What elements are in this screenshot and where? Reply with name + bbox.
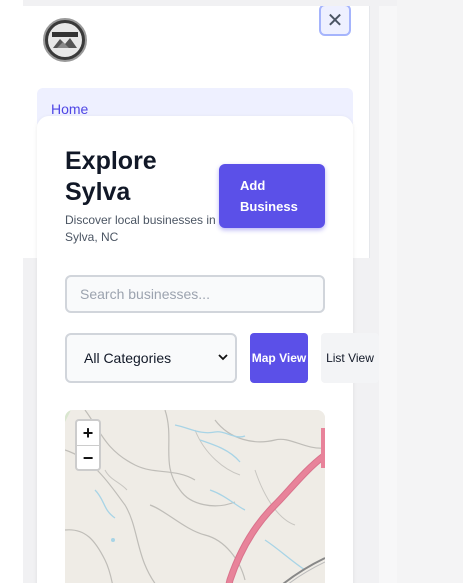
page-background-right [397,0,463,583]
chevron-down-icon [218,352,228,364]
map-zoom-control: + − [75,419,101,471]
zoom-out-button[interactable]: − [77,446,99,470]
mountain-icon [52,32,78,48]
search-input[interactable] [65,275,325,313]
nav-item-home-label: Home [51,101,89,117]
category-select[interactable]: All Categories [65,333,237,383]
list-view-label: List View [326,350,374,365]
map-view-button[interactable]: Map View [250,333,308,383]
logo-emblem [48,23,82,57]
page-title: Explore Sylva [65,147,157,206]
scrollbar-track [379,6,397,583]
page-subtitle: Discover local businesses in Sylva, NC [65,213,216,244]
close-icon: ✕ [326,9,344,32]
explore-sylva-logo[interactable] [43,18,87,62]
explore-card: Explore Sylva Discover local businesses … [37,116,379,583]
add-business-button[interactable]: Add Business [219,164,325,228]
close-button[interactable]: ✕ [319,6,351,36]
zoom-in-button[interactable]: + [77,421,99,446]
mobile-viewport: ✕ Home Explore Sylva Discover local busi… [23,6,397,583]
business-map[interactable]: + − [65,410,325,583]
page-background-left [0,0,23,583]
category-selected-value: All Categories [84,350,172,366]
map-tiles [65,410,325,583]
list-view-button[interactable]: List View [321,333,379,383]
map-view-label: Map View [251,350,307,365]
